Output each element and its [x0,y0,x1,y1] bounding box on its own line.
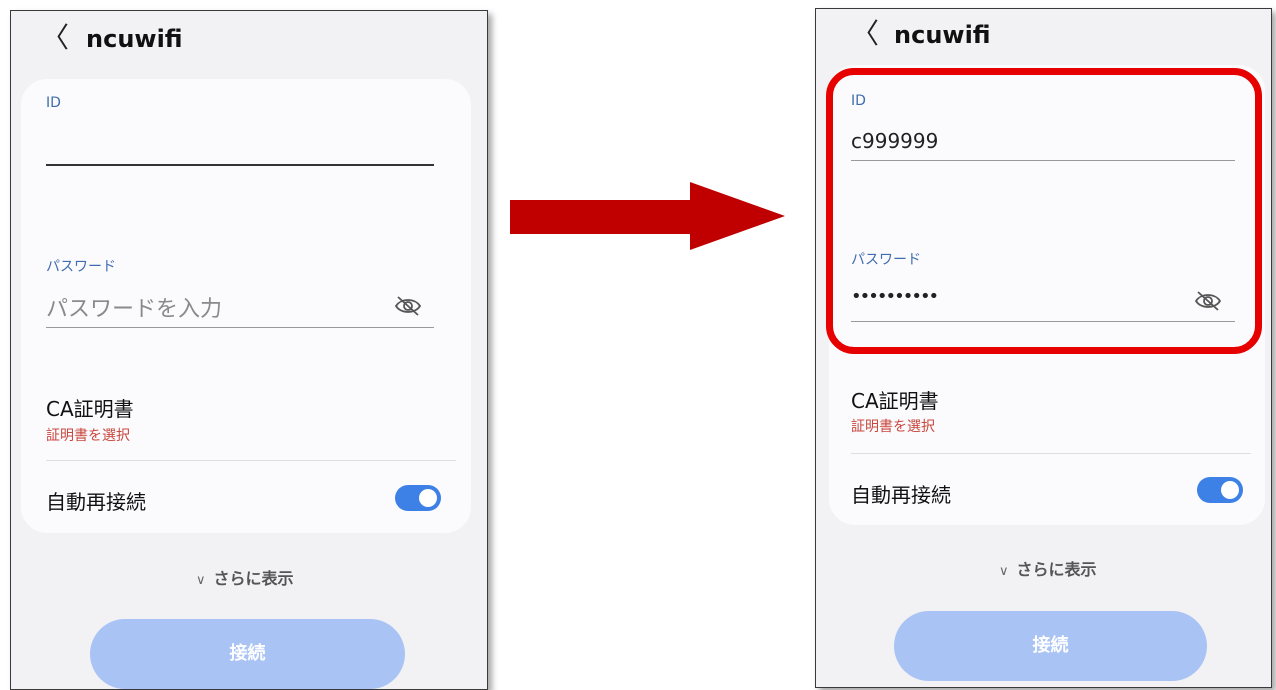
show-more-button[interactable]: ∨ さらに表示 [196,565,294,589]
ca-certificate-select[interactable]: 証明書を選択 [851,416,935,436]
divider [46,460,456,461]
right-arrow [510,182,785,250]
password-input-underline[interactable] [46,327,434,328]
show-more-button[interactable]: ∨ さらに表示 [999,556,1097,580]
eye-off-icon[interactable] [393,294,423,318]
show-more-label: さらに表示 [213,569,294,588]
password-input[interactable]: パスワードを入力 [46,291,222,323]
divider [851,453,1251,454]
back-chevron-icon[interactable]: 〈 [41,23,69,53]
back-chevron-icon[interactable]: 〈 [851,19,879,49]
toggle-knob [1221,481,1239,499]
chevron-down-icon: ∨ [196,573,206,588]
network-title: ncuwifi [894,21,991,49]
ca-certificate-select[interactable]: 証明書を選択 [46,425,130,445]
chevron-down-icon: ∨ [999,564,1009,579]
auto-reconnect-toggle[interactable] [395,485,441,511]
connect-button[interactable]: 接続 [90,619,405,689]
id-label: ID [46,95,61,111]
password-label: パスワード [46,259,116,275]
auto-reconnect-toggle[interactable] [1197,477,1243,503]
network-title: ncuwifi [86,25,183,53]
auto-reconnect-label: 自動再接続 [46,490,146,514]
top-bar: 〈 ncuwifi [816,9,1271,69]
id-input-underline[interactable] [46,164,434,166]
toggle-knob [419,489,437,507]
highlight-box [826,68,1262,354]
connect-button[interactable]: 接続 [894,611,1207,681]
show-more-label: さらに表示 [1016,560,1097,579]
ca-certificate-title[interactable]: CA証明書 [851,385,939,414]
left-phone-screen: 〈 ncuwifi ID パスワード パスワードを入力 CA証明書 証明書を選択… [10,10,488,690]
ca-certificate-title[interactable]: CA証明書 [46,393,134,422]
auto-reconnect-label: 自動再接続 [851,483,951,507]
credentials-card: ID パスワード パスワードを入力 CA証明書 証明書を選択 自動再接続 [21,79,471,533]
top-bar: 〈 ncuwifi [11,11,487,71]
